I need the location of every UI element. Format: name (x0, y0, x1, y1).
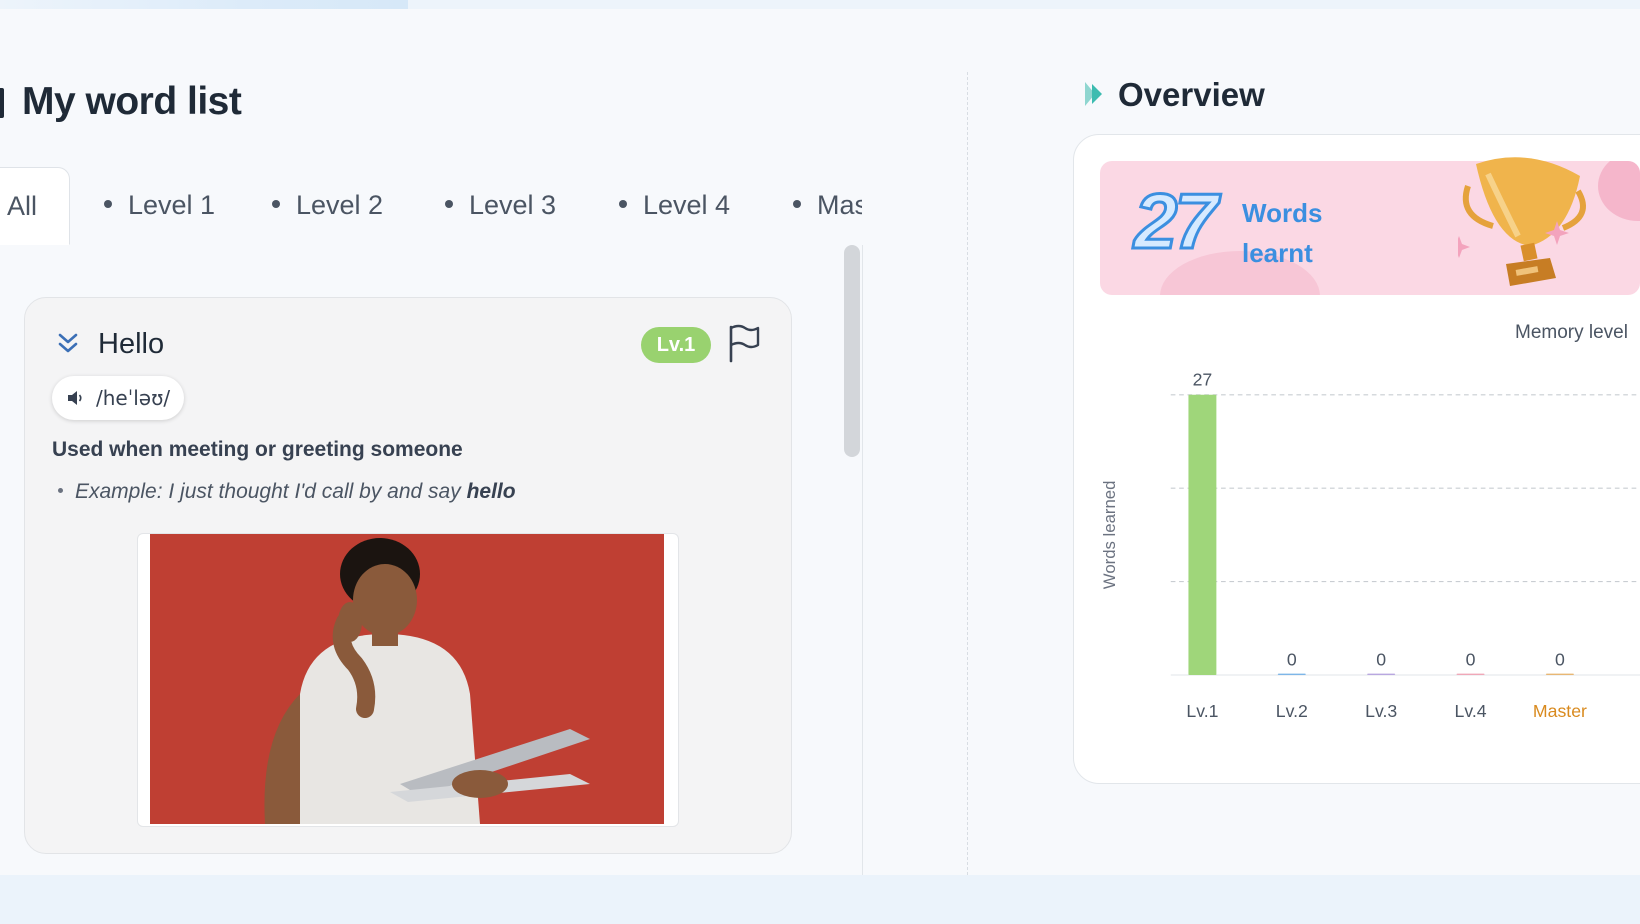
bar-value-label: 27 (1193, 369, 1213, 389)
tab-label: Level 1 (128, 190, 216, 220)
tab-dot (793, 199, 801, 208)
example-keyword: hello (466, 480, 516, 503)
example-bullet (58, 487, 63, 493)
tab-dot (619, 199, 627, 208)
speaker-icon (68, 391, 82, 405)
tab-label: Level 2 (296, 190, 384, 220)
word-image-frame (137, 533, 679, 827)
y-axis-label: Words learned (1100, 481, 1119, 590)
words-learnt-label: Words learnt (1242, 198, 1323, 268)
bar (1277, 673, 1306, 675)
word-illustration (150, 534, 664, 824)
bar-value-label: 0 (1376, 650, 1386, 670)
section-divider (967, 72, 968, 875)
tab-dot (445, 199, 453, 208)
tab-level-2[interactable]: Level 2 (272, 167, 383, 244)
x-tick-label: Lv.4 (1455, 701, 1487, 721)
tab-level-1[interactable]: Level 1 (104, 167, 215, 244)
words-learnt-count: 27 (1133, 177, 1220, 265)
overview-title: Overview (1118, 76, 1265, 113)
tab-level-3[interactable]: Level 3 (445, 167, 556, 244)
tab-label: Level 3 (469, 190, 557, 220)
example-text: Example: I just thought I'd call by and … (75, 480, 467, 503)
level-tabs: All Level 1 Level 2 Level 3 Level 4 Mast… (0, 167, 862, 246)
bar-value-label: 0 (1555, 650, 1565, 670)
pronunciation-button[interactable]: /heˈləʊ/ (52, 376, 185, 420)
trophy-icon (1458, 157, 1586, 286)
top-progress-bar (0, 0, 1640, 9)
x-tick-label: Master (1533, 701, 1587, 721)
tab-dot (104, 199, 112, 208)
tab-master[interactable]: Master (793, 167, 862, 244)
word-title: Hello (98, 328, 165, 360)
flag-icon[interactable] (727, 323, 761, 363)
top-progress-fill (0, 0, 408, 9)
memory-level-chart: Words learned 27 Lv.1 0 Lv.2 0 Lv.3 0 Lv.4 0 Maste… (1100, 369, 1640, 721)
bar-value-label: 0 (1466, 650, 1476, 670)
bottom-band (0, 875, 1640, 924)
title-accent-bar (0, 88, 4, 118)
word-example: Example: I just thought I'd call by and … (58, 480, 516, 504)
bar (1456, 673, 1485, 675)
level-badge: Lv.1 (641, 327, 711, 363)
bar (1367, 673, 1396, 675)
pronunciation-text: /heˈləʊ/ (96, 386, 171, 410)
list-scrollbar[interactable] (844, 245, 860, 457)
tab-label: Level 4 (643, 190, 731, 220)
word-definition: Used when meeting or greeting someone (52, 438, 463, 461)
tab-all[interactable]: All (0, 167, 70, 245)
tab-label: All (7, 191, 38, 221)
tab-dot (272, 199, 280, 208)
bar (1188, 394, 1217, 675)
bar-value-label: 0 (1287, 650, 1297, 670)
tab-label: Master (817, 190, 862, 220)
x-tick-label: Lv.3 (1365, 701, 1397, 721)
tab-level-4[interactable]: Level 4 (619, 167, 730, 244)
bar (1545, 673, 1574, 675)
page-title: My word list (22, 80, 242, 123)
x-tick-label: Lv.1 (1186, 701, 1218, 721)
chevron-double-down-icon[interactable] (56, 331, 80, 357)
x-tick-label: Lv.2 (1276, 701, 1308, 721)
double-chevron-right-icon (1085, 82, 1102, 106)
